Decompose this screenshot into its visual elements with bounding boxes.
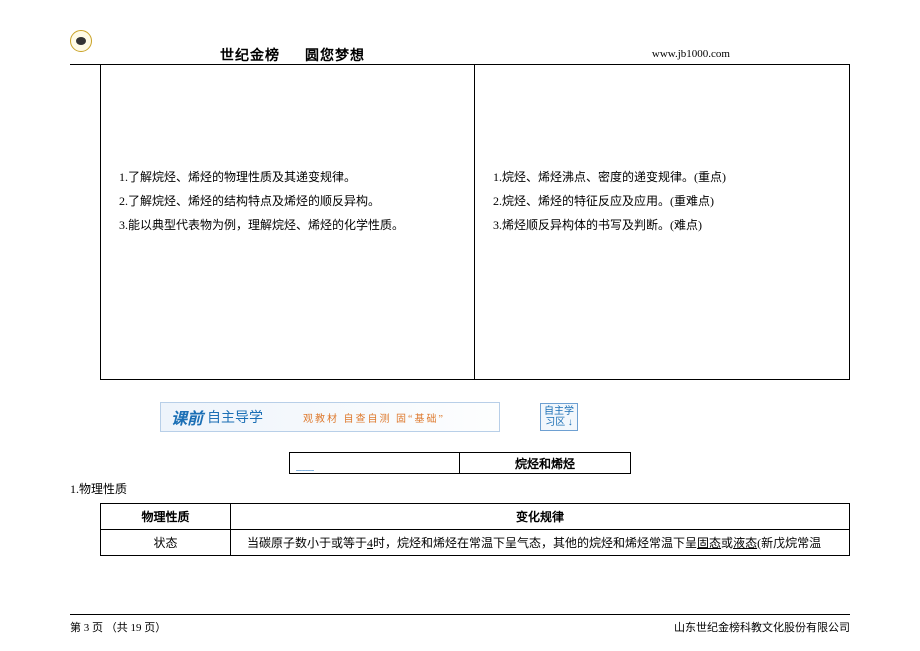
page-header: 世纪金榜 圆您梦想 www.jb1000.com [70, 0, 850, 65]
wave-icon: ﹏﹏ [296, 460, 326, 470]
table-header-row: 物理性质 变化规律 [101, 504, 850, 530]
page-number: 第 3 页 （共 19 页） [70, 619, 166, 635]
badge-line2: 习区 ↓ [545, 417, 573, 428]
goal-item: 1.烷烃、烯烃沸点、密度的递变规律。(重点) [493, 165, 831, 189]
header-subtitle: 圆您梦想 [305, 45, 365, 65]
topic-box: ﹏﹏ 烷烃和烯烃 [289, 452, 631, 474]
physical-properties-table: 物理性质 变化规律 状态 当碳原子数小于或等于4时，烷烃和烯烃在常温下呈气态，其… [100, 503, 850, 556]
banner-title-a: 课前 [171, 405, 203, 429]
goal-item: 2.烷烃、烯烃的特征反应及应用。(重难点) [493, 189, 831, 213]
goal-item: 1.了解烷烃、烯烃的物理性质及其递变规律。 [119, 165, 456, 189]
row-description: 当碳原子数小于或等于4时，烷烃和烯烃在常温下呈气态，其他的烷烃和烯烃常温下呈固态… [231, 530, 850, 556]
learning-goals-box: 1.了解烷烃、烯烃的物理性质及其递变规律。 2.了解烷烃、烯烃的结构特点及烯烃的… [100, 65, 850, 380]
preclass-banner-row: 课前 自主导学 观教材 自查自测 固“基础” 自主学 习区 ↓ [70, 400, 850, 434]
page-footer: 第 3 页 （共 19 页） 山东世纪金榜科教文化股份有限公司 [70, 614, 850, 635]
header-title: 世纪金榜 [220, 45, 280, 65]
header-url: www.jb1000.com [652, 48, 730, 60]
table-header: 物理性质 [101, 504, 231, 530]
preclass-banner: 课前 自主导学 观教材 自查自测 固“基础” [160, 402, 500, 432]
topic-row: ﹏﹏ 烷烃和烯烃 [0, 452, 920, 474]
company-name: 山东世纪金榜科教文化股份有限公司 [674, 619, 850, 635]
goals-right-column: 1.烷烃、烯烃沸点、密度的递变规律。(重点) 2.烷烃、烯烃的特征反应及应用。(… [475, 65, 849, 379]
topic-box-left: ﹏﹏ [290, 453, 460, 473]
goal-item: 3.能以典型代表物为例，理解烷烃、烯烃的化学性质。 [119, 213, 456, 237]
self-study-badge: 自主学 习区 ↓ [540, 403, 578, 431]
logo-icon [70, 30, 92, 52]
banner-subtitle: 观教材 自查自测 固“基础” [303, 410, 445, 425]
banner-title-b: 自主导学 [207, 407, 263, 427]
topic-label: 烷烃和烯烃 [460, 453, 630, 473]
goal-item: 2.了解烷烃、烯烃的结构特点及烯烃的顺反异构。 [119, 189, 456, 213]
section-number: 1.物理性质 [70, 480, 920, 497]
badge-line1: 自主学 [544, 406, 574, 417]
table-row: 状态 当碳原子数小于或等于4时，烷烃和烯烃在常温下呈气态，其他的烷烃和烯烃常温下… [101, 530, 850, 556]
goals-left-column: 1.了解烷烃、烯烃的物理性质及其递变规律。 2.了解烷烃、烯烃的结构特点及烯烃的… [101, 65, 475, 379]
row-label: 状态 [101, 530, 231, 556]
goal-item: 3.烯烃顺反异构体的书写及判断。(难点) [493, 213, 831, 237]
table-header: 变化规律 [231, 504, 850, 530]
